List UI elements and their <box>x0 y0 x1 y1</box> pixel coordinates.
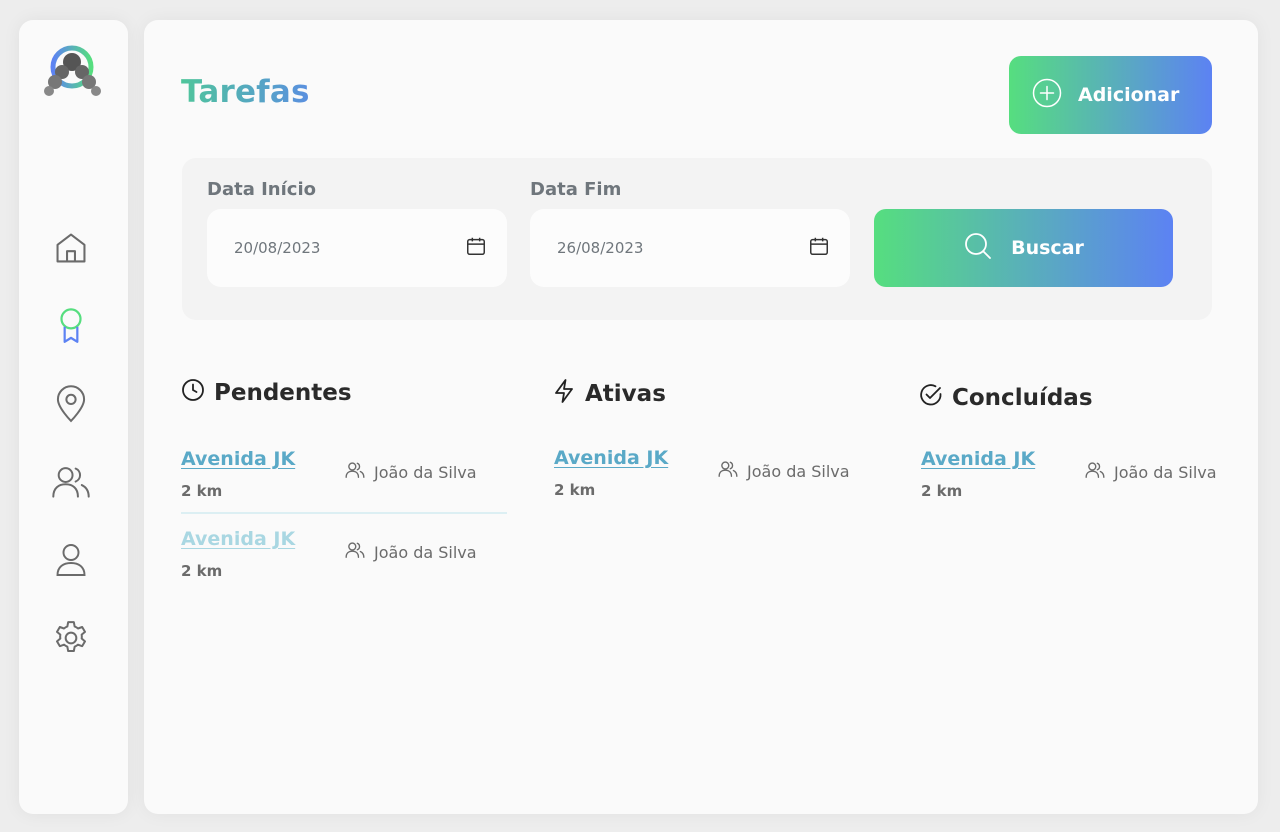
add-button[interactable]: Adicionar <box>1009 56 1212 134</box>
users-icon <box>1085 460 1105 484</box>
nav-tasks[interactable] <box>49 306 93 350</box>
task-assignee: João da Silva <box>1085 460 1217 484</box>
task-street-link[interactable]: Avenida JK <box>554 447 668 469</box>
task-card[interactable]: Avenida JK 2 km João da Silva <box>181 448 507 528</box>
task-distance: 2 km <box>181 482 223 500</box>
home-icon <box>52 229 90 271</box>
users-icon <box>345 540 365 564</box>
start-date-value: 20/08/2023 <box>234 239 321 257</box>
task-assignee: João da Silva <box>718 459 850 483</box>
check-circle-icon <box>919 383 943 413</box>
date-filter-panel: Data Início 20/08/2023 Data Fim 26/08/20… <box>182 158 1212 320</box>
users-icon <box>345 460 365 484</box>
assignee-name: João da Silva <box>374 462 477 482</box>
end-date-value: 26/08/2023 <box>557 239 644 257</box>
lightning-icon <box>552 378 576 410</box>
award-ribbon-icon <box>52 305 90 351</box>
column-title-completed: Concluídas <box>919 383 1093 413</box>
task-card[interactable]: Avenida JK 2 km João da Silva <box>921 448 1247 528</box>
task-distance: 2 km <box>921 482 963 500</box>
main-panel: Tarefas Adicionar Data Início 20/08/2023… <box>144 20 1258 814</box>
assignee-name: João da Silva <box>747 461 850 481</box>
end-date-label: Data Fim <box>530 179 622 200</box>
start-date-label: Data Início <box>207 179 316 200</box>
nav-settings[interactable] <box>49 618 93 662</box>
page-title: Tarefas <box>181 74 310 110</box>
users-icon <box>718 459 738 483</box>
column-title-active: Ativas <box>552 378 666 410</box>
app-logo[interactable] <box>43 42 103 102</box>
assignee-name: João da Silva <box>1114 462 1217 482</box>
gear-icon <box>51 618 91 662</box>
task-street-link[interactable]: Avenida JK <box>921 448 1035 470</box>
add-button-label: Adicionar <box>1078 84 1180 106</box>
task-card[interactable]: Avenida JK 2 km João da Silva <box>554 447 880 527</box>
task-distance: 2 km <box>181 562 223 580</box>
search-icon <box>963 231 993 266</box>
map-pin-icon <box>52 384 90 428</box>
sidebar <box>19 20 128 814</box>
task-assignee: João da Silva <box>345 540 477 564</box>
task-street-link[interactable]: Avenida JK <box>181 528 295 550</box>
nav-teams[interactable] <box>49 462 93 506</box>
task-divider <box>181 512 507 514</box>
column-title-label: Ativas <box>585 381 666 407</box>
task-assignee: João da Silva <box>345 460 477 484</box>
task-distance: 2 km <box>554 481 596 499</box>
column-title-label: Pendentes <box>214 380 352 406</box>
calendar-icon[interactable] <box>465 235 487 261</box>
plus-circle-icon <box>1032 78 1062 113</box>
column-title-pending: Pendentes <box>181 378 352 408</box>
user-icon <box>53 541 89 583</box>
nav-locations[interactable] <box>49 384 93 428</box>
search-button[interactable]: Buscar <box>874 209 1173 287</box>
clock-icon <box>181 378 205 408</box>
column-title-label: Concluídas <box>952 385 1093 411</box>
end-date-input[interactable]: 26/08/2023 <box>530 209 850 287</box>
search-button-label: Buscar <box>1011 237 1084 259</box>
nav-profile[interactable] <box>49 540 93 584</box>
task-card[interactable]: Avenida JK 2 km João da Silva <box>181 528 507 608</box>
start-date-input[interactable]: 20/08/2023 <box>207 209 507 287</box>
users-icon <box>51 463 91 505</box>
calendar-icon[interactable] <box>808 235 830 261</box>
assignee-name: João da Silva <box>374 542 477 562</box>
nav-home[interactable] <box>49 228 93 272</box>
task-street-link[interactable]: Avenida JK <box>181 448 295 470</box>
